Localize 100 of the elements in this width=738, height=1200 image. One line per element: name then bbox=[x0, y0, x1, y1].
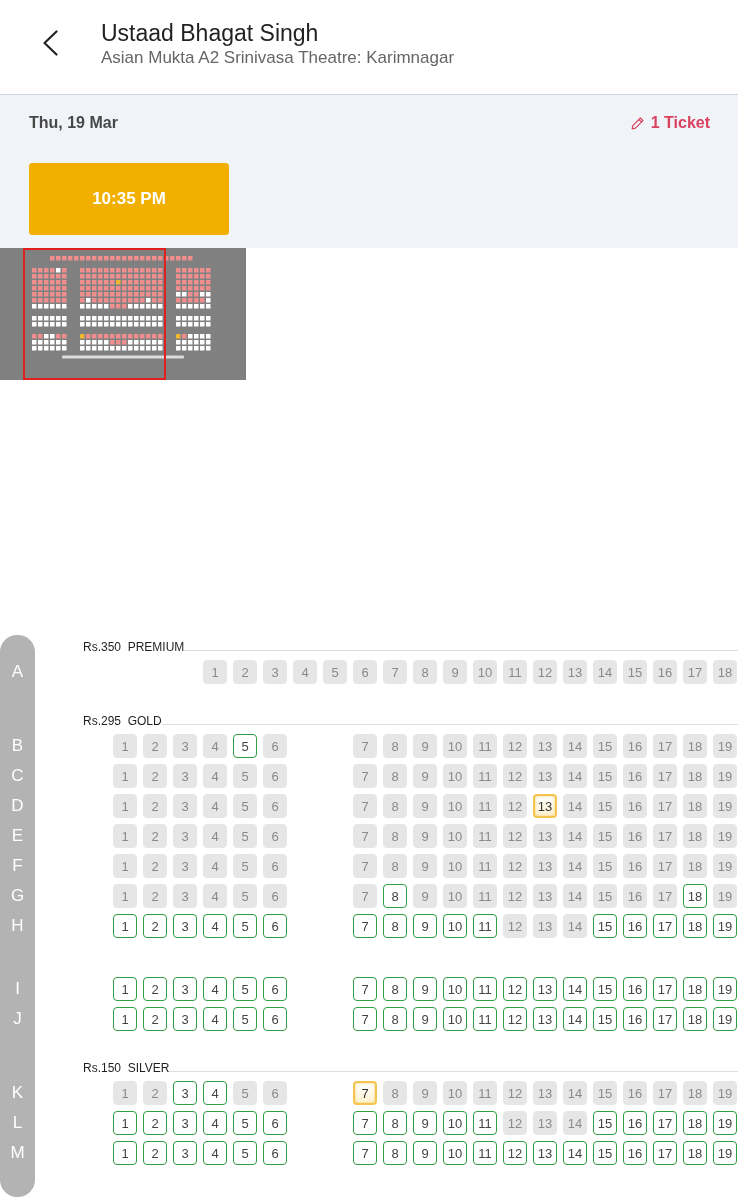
seat-button[interactable]: 1 bbox=[113, 884, 137, 908]
seat-button[interactable]: 17 bbox=[653, 734, 677, 758]
seat-button[interactable]: 3 bbox=[173, 1007, 197, 1031]
seat-button[interactable]: 7 bbox=[383, 660, 407, 684]
seat-button[interactable]: 5 bbox=[233, 824, 257, 848]
seat-button[interactable]: 17 bbox=[653, 1141, 677, 1165]
seat-button[interactable]: 8 bbox=[383, 824, 407, 848]
seat-button[interactable]: 9 bbox=[413, 854, 437, 878]
seat-button[interactable]: 2 bbox=[143, 764, 167, 788]
seat-button[interactable]: 6 bbox=[353, 660, 377, 684]
seat-button[interactable]: 15 bbox=[593, 914, 617, 938]
seat-button[interactable]: 4 bbox=[293, 660, 317, 684]
seat-button[interactable]: 6 bbox=[263, 824, 287, 848]
seat-button[interactable]: 13 bbox=[533, 1111, 557, 1135]
seat-button[interactable]: 12 bbox=[503, 1007, 527, 1031]
seat-button[interactable]: 9 bbox=[413, 1007, 437, 1031]
seat-button[interactable]: 15 bbox=[593, 794, 617, 818]
seat-button[interactable]: 10 bbox=[473, 660, 497, 684]
seat-button[interactable]: 19 bbox=[713, 1111, 737, 1135]
seat-button[interactable]: 18 bbox=[683, 854, 707, 878]
seat-button[interactable]: 12 bbox=[503, 884, 527, 908]
seat-button[interactable]: 8 bbox=[383, 734, 407, 758]
seat-button[interactable]: 10 bbox=[443, 1141, 467, 1165]
seat-button[interactable]: 14 bbox=[563, 854, 587, 878]
seat-button[interactable]: 2 bbox=[143, 977, 167, 1001]
seat-button[interactable]: 2 bbox=[143, 1111, 167, 1135]
seat-button[interactable]: 17 bbox=[683, 660, 707, 684]
seat-button[interactable]: 1 bbox=[113, 794, 137, 818]
seat-button[interactable]: 14 bbox=[563, 1081, 587, 1105]
seat-button[interactable]: 6 bbox=[263, 1141, 287, 1165]
seat-button[interactable]: 15 bbox=[593, 884, 617, 908]
seat-button[interactable]: 9 bbox=[413, 977, 437, 1001]
seat-button[interactable]: 7 bbox=[353, 1111, 377, 1135]
seat-button[interactable]: 3 bbox=[173, 884, 197, 908]
seat-button[interactable]: 11 bbox=[503, 660, 527, 684]
seat-button[interactable]: 9 bbox=[413, 794, 437, 818]
seat-button[interactable]: 12 bbox=[503, 914, 527, 938]
seat-button[interactable]: 10 bbox=[443, 1081, 467, 1105]
seat-button[interactable]: 19 bbox=[713, 977, 737, 1001]
seat-button[interactable]: 10 bbox=[443, 977, 467, 1001]
seat-button[interactable]: 2 bbox=[143, 1081, 167, 1105]
seat-button[interactable]: 13 bbox=[533, 764, 557, 788]
seat-button[interactable]: 10 bbox=[443, 734, 467, 758]
seat-button[interactable]: 4 bbox=[203, 1141, 227, 1165]
seat-button[interactable]: 11 bbox=[473, 1111, 497, 1135]
seat-button[interactable]: 8 bbox=[413, 660, 437, 684]
seat-button[interactable]: 18 bbox=[683, 1141, 707, 1165]
seat-button[interactable]: 1 bbox=[203, 660, 227, 684]
seat-button[interactable]: 17 bbox=[653, 1111, 677, 1135]
seat-button[interactable]: 9 bbox=[413, 764, 437, 788]
seat-button[interactable]: 16 bbox=[623, 794, 647, 818]
seat-button[interactable]: 5 bbox=[233, 734, 257, 758]
seat-button[interactable]: 7 bbox=[353, 734, 377, 758]
seat-button[interactable]: 16 bbox=[623, 1007, 647, 1031]
seat-button[interactable]: 13 bbox=[533, 1141, 557, 1165]
seat-button[interactable]: 2 bbox=[143, 734, 167, 758]
seat-button[interactable]: 3 bbox=[173, 794, 197, 818]
seat-button[interactable]: 7 bbox=[353, 764, 377, 788]
seat-button[interactable]: 4 bbox=[203, 764, 227, 788]
seat-button[interactable]: 15 bbox=[593, 1141, 617, 1165]
seat-button[interactable]: 17 bbox=[653, 914, 677, 938]
seat-button[interactable]: 17 bbox=[653, 1007, 677, 1031]
seat-button[interactable]: 4 bbox=[203, 977, 227, 1001]
seat-button[interactable]: 15 bbox=[593, 854, 617, 878]
seat-button[interactable]: 8 bbox=[383, 794, 407, 818]
seat-button[interactable]: 1 bbox=[113, 1007, 137, 1031]
seat-button[interactable]: 14 bbox=[563, 794, 587, 818]
seat-button[interactable]: 12 bbox=[503, 854, 527, 878]
seat-button[interactable]: 18 bbox=[683, 977, 707, 1001]
seat-button[interactable]: 4 bbox=[203, 854, 227, 878]
seat-button[interactable]: 18 bbox=[683, 884, 707, 908]
seat-button[interactable]: 15 bbox=[593, 1081, 617, 1105]
seat-button[interactable]: 3 bbox=[173, 977, 197, 1001]
seat-button[interactable]: 15 bbox=[593, 977, 617, 1001]
seat-button[interactable]: 18 bbox=[683, 734, 707, 758]
seat-button[interactable]: 10 bbox=[443, 1007, 467, 1031]
seat-button[interactable]: 16 bbox=[623, 1081, 647, 1105]
seat-button[interactable]: 6 bbox=[263, 1007, 287, 1031]
seat-button[interactable]: 5 bbox=[233, 1081, 257, 1105]
seat-button[interactable]: 9 bbox=[413, 884, 437, 908]
seat-button[interactable]: 1 bbox=[113, 764, 137, 788]
seat-button[interactable]: 13 bbox=[533, 914, 557, 938]
seat-button[interactable]: 16 bbox=[623, 884, 647, 908]
seat-button[interactable]: 19 bbox=[713, 914, 737, 938]
seat-button[interactable]: 2 bbox=[233, 660, 257, 684]
seat-button[interactable]: 13 bbox=[533, 1007, 557, 1031]
seat-button[interactable]: 7 bbox=[353, 1081, 377, 1105]
seat-button[interactable]: 7 bbox=[353, 1007, 377, 1031]
seat-button[interactable]: 1 bbox=[113, 1141, 137, 1165]
seat-button[interactable]: 9 bbox=[413, 824, 437, 848]
seat-button[interactable]: 16 bbox=[623, 1111, 647, 1135]
seat-button[interactable]: 8 bbox=[383, 884, 407, 908]
seat-button[interactable]: 16 bbox=[623, 824, 647, 848]
seat-button[interactable]: 19 bbox=[713, 1007, 737, 1031]
seat-button[interactable]: 10 bbox=[443, 884, 467, 908]
seat-button[interactable]: 18 bbox=[713, 660, 737, 684]
seat-button[interactable]: 5 bbox=[233, 1007, 257, 1031]
seat-button[interactable]: 6 bbox=[263, 794, 287, 818]
seat-button[interactable]: 4 bbox=[203, 794, 227, 818]
seat-button[interactable]: 10 bbox=[443, 1111, 467, 1135]
